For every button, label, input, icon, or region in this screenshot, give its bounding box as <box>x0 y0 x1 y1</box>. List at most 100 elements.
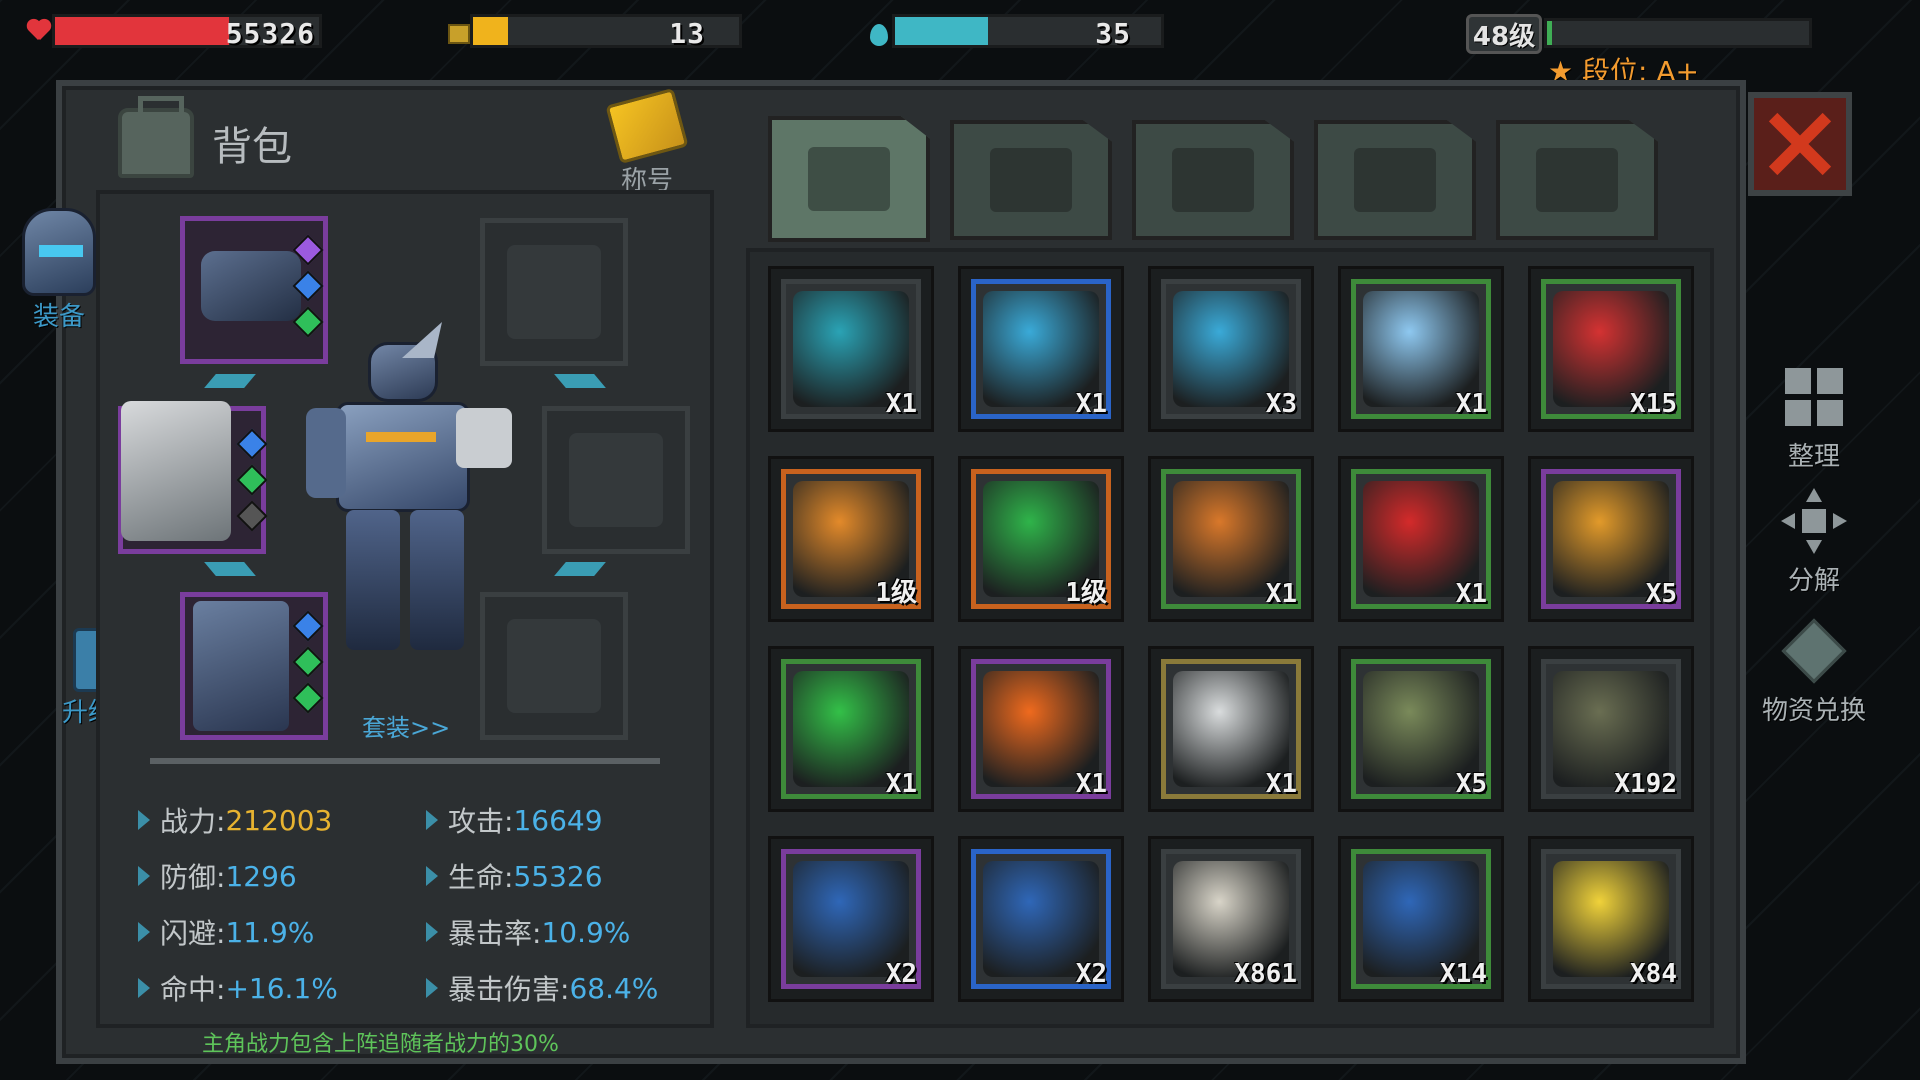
inventory-slot[interactable]: X14 <box>1338 836 1504 1002</box>
item-count: X2 <box>885 959 917 989</box>
helmet-icon <box>22 208 96 296</box>
exp-bar-fill <box>1547 21 1553 45</box>
sort-button[interactable]: 整理 <box>1766 364 1862 473</box>
leg-armor-icon <box>193 601 289 731</box>
inventory-slot[interactable]: X1 <box>958 646 1124 812</box>
stat-row: 命中: +16.1% <box>138 968 338 1008</box>
energy-icon <box>448 24 470 44</box>
heart-icon <box>26 20 52 44</box>
item-count: X1 <box>885 769 917 799</box>
inventory-slot[interactable]: X861 <box>1148 836 1314 1002</box>
inventory-slot[interactable]: X15 <box>1528 266 1694 432</box>
item-count: X15 <box>1630 389 1677 419</box>
item-count: X14 <box>1440 959 1487 989</box>
inventory-slot[interactable]: X1 <box>768 266 934 432</box>
stat-row: 攻击: 16649 <box>426 800 603 840</box>
gem-icon <box>236 500 268 532</box>
energy-bar-fill <box>473 17 508 45</box>
energy-bar: 13 <box>470 14 742 50</box>
equip-slot-belt-empty[interactable] <box>542 406 690 554</box>
suit-set-link[interactable]: 套装>> <box>362 708 450 743</box>
tab-pistol[interactable] <box>1314 120 1476 240</box>
bullet-arrow-icon <box>138 866 150 886</box>
stat-label: 暴击率: <box>448 917 542 950</box>
tab-medkit[interactable] <box>950 120 1112 240</box>
stat-value: +16.1% <box>225 971 338 1005</box>
exchange-button[interactable]: 物资兑换 <box>1756 618 1872 727</box>
inventory-slot[interactable]: 1级 <box>958 456 1124 622</box>
inventory-slot[interactable]: X1 <box>958 266 1124 432</box>
stat-label: 命中: <box>160 973 226 1006</box>
tab-wing-armor[interactable] <box>1132 120 1294 240</box>
inventory-slot[interactable]: X3 <box>1148 266 1314 432</box>
stat-label: 攻击: <box>448 805 514 838</box>
stat-row: 暴击率: 10.9% <box>426 912 630 952</box>
item-count: X1 <box>1455 579 1487 609</box>
chest-armor-icon <box>121 401 231 541</box>
equip-slot-chest[interactable] <box>118 401 268 554</box>
tab-backpack[interactable] <box>768 116 930 242</box>
equip-button[interactable]: 装备 <box>14 208 104 333</box>
item-count: X2 <box>1075 959 1107 989</box>
exchange-label: 物资兑换 <box>1761 696 1866 726</box>
wrench-icon <box>1536 148 1618 212</box>
gem-icon <box>292 682 324 714</box>
inventory-slot[interactable]: X1 <box>768 646 934 812</box>
bullet-arrow-icon <box>426 866 438 886</box>
stat-label: 暴击伤害: <box>448 973 570 1006</box>
item-count: X1 <box>1265 579 1297 609</box>
item-count: X1 <box>1455 389 1487 419</box>
boots-placeholder-icon <box>507 619 601 713</box>
stat-row: 暴击伤害: 68.4% <box>426 968 658 1008</box>
medkit-icon <box>990 148 1072 212</box>
bag-title: 背包 <box>212 124 292 170</box>
item-count: X1 <box>1075 769 1107 799</box>
bullet-arrow-icon <box>138 978 150 998</box>
stat-row: 生命: 55326 <box>426 856 603 896</box>
exp-bar <box>1544 18 1812 48</box>
item-count: X861 <box>1234 959 1297 989</box>
stat-value: 55326 <box>513 859 603 893</box>
hp-value: 55326 <box>225 17 315 50</box>
inventory-slot[interactable]: 1级 <box>768 456 934 622</box>
bag-header: 背包 <box>118 96 292 178</box>
inventory-slot[interactable]: X1 <box>1338 456 1504 622</box>
title-button[interactable]: 称号 <box>604 87 690 196</box>
hp-bar: 55326 <box>52 14 322 50</box>
water-drop-icon <box>870 24 888 46</box>
bullet-arrow-icon <box>426 978 438 998</box>
decompose-button[interactable]: 分解 <box>1766 488 1862 597</box>
stat-value: 16649 <box>513 803 603 837</box>
inventory-slot[interactable]: X5 <box>1338 646 1504 812</box>
stat-value: 212003 <box>225 803 333 837</box>
wing-armor-icon <box>1172 148 1254 212</box>
gem-icon <box>236 428 268 460</box>
inventory-slot[interactable]: X1 <box>1148 646 1314 812</box>
bullet-arrow-icon <box>138 922 150 942</box>
inventory-slot[interactable]: X1 <box>1148 456 1314 622</box>
item-count: X84 <box>1630 959 1677 989</box>
water-bar: 35 <box>892 14 1164 50</box>
inventory-slot[interactable]: X2 <box>958 836 1124 1002</box>
water-bar-fill <box>895 17 989 45</box>
inventory-slot[interactable]: X5 <box>1528 456 1694 622</box>
item-count: 1级 <box>1065 578 1107 608</box>
decompose-icon <box>1781 488 1847 554</box>
item-count: X1 <box>1075 389 1107 419</box>
pistol-icon <box>1354 148 1436 212</box>
character-mech <box>306 322 516 672</box>
backpack-icon <box>118 96 194 178</box>
inventory-slot[interactable]: X1 <box>1338 266 1504 432</box>
sort-grid-icon <box>1781 364 1847 430</box>
water-value: 35 <box>1095 17 1131 50</box>
inventory-slot[interactable]: X192 <box>1528 646 1694 812</box>
backpack-icon <box>808 147 890 211</box>
hp-bar-fill <box>55 17 230 45</box>
tab-wrench[interactable] <box>1496 120 1658 240</box>
inventory-slot[interactable]: X84 <box>1528 836 1694 1002</box>
item-count: X192 <box>1614 769 1677 799</box>
inventory-slot[interactable]: X2 <box>768 836 934 1002</box>
close-button[interactable] <box>1748 92 1852 196</box>
glove-placeholder-icon <box>507 245 601 339</box>
bullet-arrow-icon <box>426 810 438 830</box>
